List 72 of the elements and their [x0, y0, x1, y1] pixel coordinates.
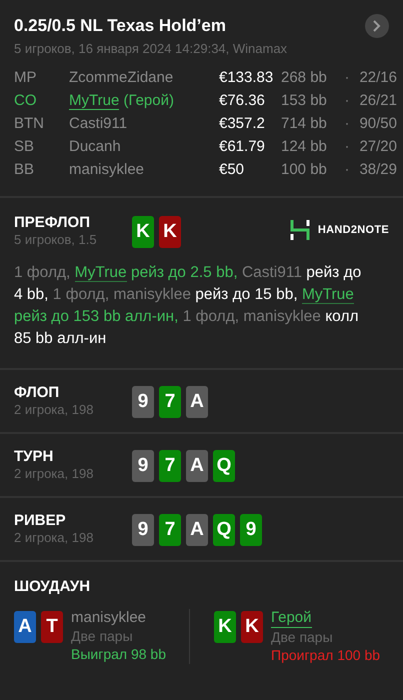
- player-link[interactable]: MyTrue: [74, 264, 127, 282]
- logo-icon: [290, 218, 310, 242]
- player-name[interactable]: Герой: [271, 609, 312, 628]
- separator-dot: ·: [344, 114, 350, 134]
- showdown-title: ШОУДАУН: [14, 578, 92, 595]
- stack-bb: 153 bb: [281, 91, 328, 111]
- street-info: 2 игрока, 198: [14, 466, 94, 481]
- stack-bb: 100 bb: [281, 160, 328, 180]
- player-link[interactable]: MyTrue: [302, 286, 354, 304]
- player-name: Ducanh: [69, 137, 122, 157]
- player-name: ZcommeZidane: [69, 68, 174, 88]
- player-name: Casti911: [69, 114, 128, 134]
- stack-amount: €76.36: [219, 91, 266, 111]
- playing-card: 9: [240, 514, 262, 546]
- playing-card: 7: [159, 386, 181, 418]
- player-name: manisyklee: [69, 160, 146, 180]
- result-text: Выиграл 98 bb: [71, 645, 166, 663]
- player-name[interactable]: MyTrue (Герой): [69, 91, 219, 111]
- action-log: 1 фолд, MyTrue рейз до 2.5 bb, Casti911 рейз до 4 bb, 1 фолд, manisyklee рейз до 15 bb, MyTrue рейз до 153 bb алл-ин, 1 фолд, manisyklee колл 85 bb алл-ин: [14, 263, 362, 349]
- playing-card: A: [186, 450, 208, 482]
- separator-dot: ·: [344, 137, 350, 157]
- player-stats: 38/29: [358, 160, 397, 180]
- player-stats: 90/50: [358, 114, 397, 134]
- hand-subtitle: 5 игроков, 16 января 2024 14:29:34, Winamax: [14, 41, 288, 56]
- playing-card: K: [132, 216, 154, 248]
- street-title: ПРЕФЛОП: [14, 214, 91, 231]
- separator-dot: ·: [344, 160, 350, 180]
- playing-card: A: [14, 611, 36, 643]
- stack-bb: 268 bb: [281, 68, 328, 88]
- street-title: ТУРН: [14, 448, 54, 465]
- playing-card: A: [186, 514, 208, 546]
- playing-card: 7: [159, 514, 181, 546]
- hand-rank: Две пары: [71, 627, 133, 645]
- separator-dot: ·: [344, 91, 350, 111]
- next-button[interactable]: [365, 14, 389, 38]
- player-name: manisyklee: [71, 609, 146, 627]
- playing-card: Q: [213, 514, 235, 546]
- playing-card: 9: [132, 514, 154, 546]
- stack-bb: 714 bb: [281, 114, 328, 134]
- hand-title: 0.25/0.5 NL Texas Hold’em: [14, 16, 226, 36]
- separator-dot: ·: [344, 68, 350, 88]
- playing-card: 9: [132, 450, 154, 482]
- street-info: 2 игрока, 198: [14, 402, 94, 417]
- stack-bb: 124 bb: [281, 137, 328, 157]
- logo-text: HAND2NOTE: [318, 224, 389, 236]
- position-label: SB: [14, 137, 36, 157]
- stack-amount: €133.83: [219, 68, 274, 88]
- playing-card: K: [241, 611, 263, 643]
- playing-card: 9: [132, 386, 154, 418]
- stack-amount: €50: [219, 160, 246, 180]
- position-label: MP: [14, 68, 38, 88]
- playing-card: K: [214, 611, 236, 643]
- playing-card: Q: [213, 450, 235, 482]
- street-info: 5 игроков, 1.5: [14, 232, 98, 247]
- playing-card: K: [159, 216, 181, 248]
- position-label: BB: [14, 160, 36, 180]
- position-label: BTN: [14, 114, 45, 134]
- player-stats: 26/21: [358, 91, 397, 111]
- result-text: Проиграл 100 bb: [271, 646, 380, 664]
- playing-card: A: [186, 386, 208, 418]
- street-info: 2 игрока, 198: [14, 530, 94, 545]
- street-title: РИВЕР: [14, 512, 67, 529]
- playing-card: T: [41, 611, 63, 643]
- position-label: CO: [14, 91, 38, 111]
- player-stats: 22/16: [358, 68, 397, 88]
- stack-amount: €61.79: [219, 137, 266, 157]
- playing-card: 7: [159, 450, 181, 482]
- street-title: ФЛОП: [14, 384, 60, 401]
- stack-amount: €357.2: [219, 114, 266, 134]
- player-stats: 27/20: [358, 137, 397, 157]
- hand-rank: Две пары: [271, 628, 333, 646]
- chevron-right-icon: [372, 20, 382, 32]
